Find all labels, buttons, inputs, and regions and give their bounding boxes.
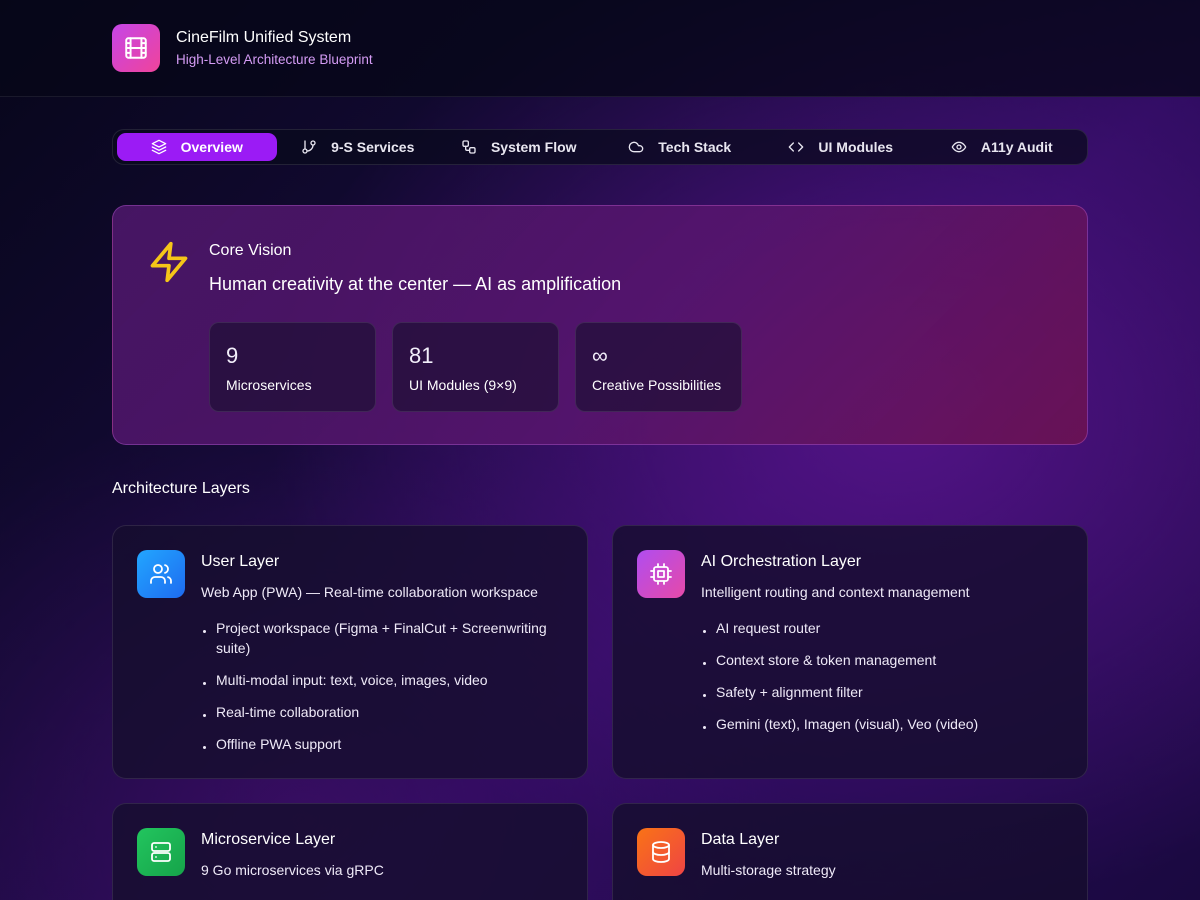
layer-title: Data Layer xyxy=(701,831,780,848)
core-vision-card: Core Vision Human creativity at the cent… xyxy=(112,205,1088,445)
layer-title: User Layer xyxy=(201,553,280,570)
code-icon xyxy=(789,142,804,152)
list-item: AI request router xyxy=(701,618,1069,638)
layer-title: Microservice Layer xyxy=(201,831,336,848)
list-item: Gemini (text), Imagen (visual), Veo (vid… xyxy=(701,714,1069,734)
tab-bar: Overview 9-S Services System Flow Tech S… xyxy=(112,129,1088,165)
tab-system-flow[interactable]: System Flow xyxy=(439,133,599,161)
tab-ui-modules[interactable]: UI Modules xyxy=(761,133,921,161)
lightning-icon xyxy=(147,240,191,289)
film-icon xyxy=(112,24,160,72)
tab-label: Overview xyxy=(180,139,243,155)
layers-icon xyxy=(151,139,166,155)
section-heading: Architecture Layers xyxy=(112,480,250,497)
stat-card-microservices: 9 Microservices xyxy=(209,322,376,412)
layer-subtitle: Web App (PWA) — Real-time collaboration … xyxy=(201,584,538,600)
layer-card-microservice: Microservice Layer 9 Go microservices vi… xyxy=(112,803,588,900)
users-icon xyxy=(137,550,185,598)
layer-card-data: Data Layer Multi-storage strategy xyxy=(612,803,1088,900)
app-header: CineFilm Unified System High-Level Archi… xyxy=(0,0,1200,97)
stat-card-creative: ∞ Creative Possibilities xyxy=(575,322,742,412)
vision-tagline: Human creativity at the center — AI as a… xyxy=(209,274,622,294)
list-item: Safety + alignment filter xyxy=(701,682,1069,702)
cloud-icon xyxy=(628,141,644,153)
tab-overview[interactable]: Overview xyxy=(117,133,277,161)
stat-label: UI Modules (9×9) xyxy=(409,377,517,393)
layer-bullet-list: Project workspace (Figma + FinalCut + Sc… xyxy=(201,618,569,766)
tab-services[interactable]: 9-S Services xyxy=(278,133,438,161)
eye-icon xyxy=(951,141,967,153)
list-item: Real-time collaboration xyxy=(201,702,569,722)
list-item: Project workspace (Figma + FinalCut + Sc… xyxy=(201,618,569,658)
tab-label: A11y Audit xyxy=(980,139,1053,155)
tab-label: 9-S Services xyxy=(331,139,415,155)
layer-subtitle: 9 Go microservices via gRPC xyxy=(201,862,384,878)
tab-label: System Flow xyxy=(490,139,577,155)
layer-card-ai-orchestration: AI Orchestration Layer Intelligent routi… xyxy=(612,525,1088,779)
database-icon xyxy=(637,828,685,876)
workflow-icon xyxy=(462,140,476,154)
tab-tech-stack[interactable]: Tech Stack xyxy=(600,133,760,161)
stat-value: 9 xyxy=(226,343,239,368)
layer-card-user: User Layer Web App (PWA) — Real-time col… xyxy=(112,525,588,779)
list-item: Context store & token management xyxy=(701,650,1069,670)
tab-a11y-audit[interactable]: A11y Audit xyxy=(922,133,1082,161)
layer-bullet-list: AI request router Context store & token … xyxy=(701,618,1069,746)
stat-label: Creative Possibilities xyxy=(592,377,722,393)
app-subtitle: High-Level Architecture Blueprint xyxy=(176,52,373,67)
stat-value: 81 xyxy=(409,343,434,368)
vision-title: Core Vision xyxy=(209,242,292,259)
git-branch-icon xyxy=(302,140,316,154)
stat-value: ∞ xyxy=(592,343,608,368)
stat-label: Microservices xyxy=(226,377,312,393)
tab-label: Tech Stack xyxy=(658,139,732,155)
list-item: Multi-modal input: text, voice, images, … xyxy=(201,670,569,690)
layer-title: AI Orchestration Layer xyxy=(701,553,862,570)
layer-subtitle: Intelligent routing and context manageme… xyxy=(701,584,970,600)
tab-label: UI Modules xyxy=(818,139,894,155)
layer-subtitle: Multi-storage strategy xyxy=(701,862,836,878)
list-item: Offline PWA support xyxy=(201,734,569,754)
server-icon xyxy=(137,828,185,876)
app-title: CineFilm Unified System xyxy=(176,29,352,46)
cpu-icon xyxy=(637,550,685,598)
stat-card-ui-modules: 81 UI Modules (9×9) xyxy=(392,322,559,412)
